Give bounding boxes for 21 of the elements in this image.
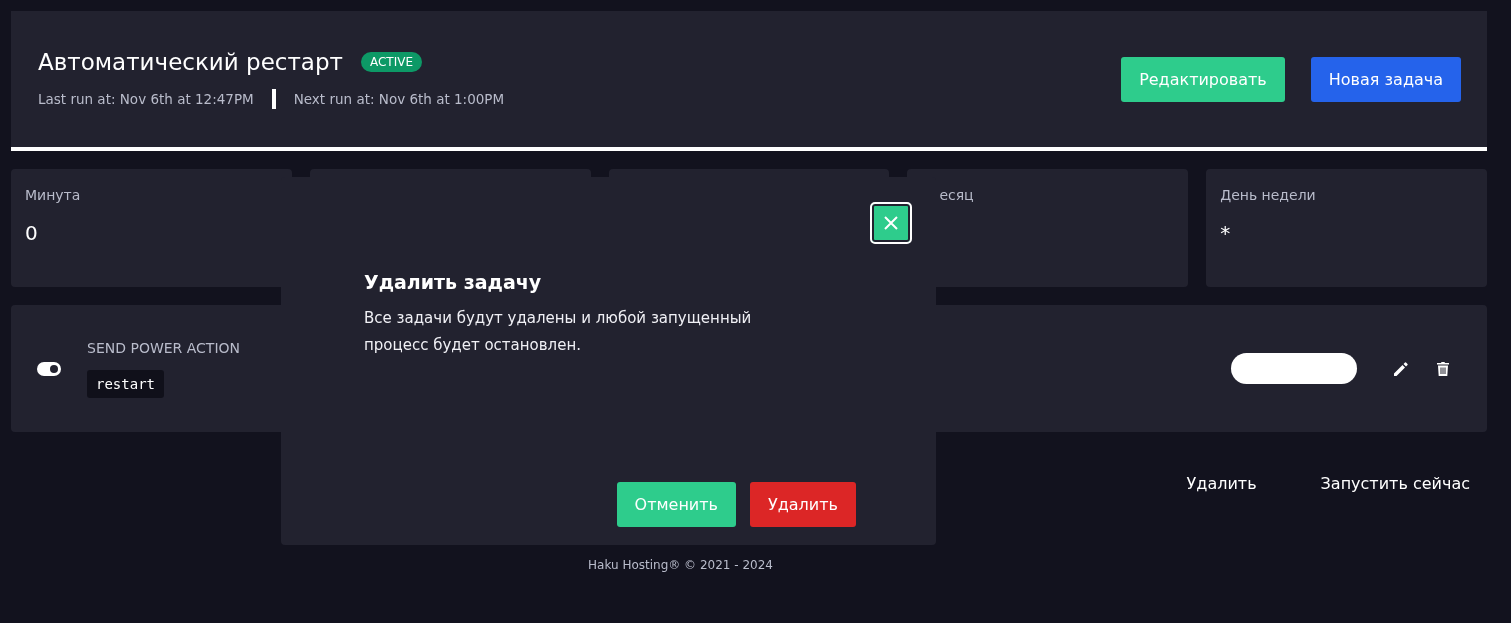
next-run-text: Next run at: Nov 6th at 1:00PM: [293, 91, 505, 107]
card-value: *: [1220, 221, 1232, 245]
action-link[interactable]: Запустить сейчас: [1320, 474, 1470, 493]
card-label: есяц: [938, 187, 975, 203]
dialog-button[interactable]: Удалить: [750, 482, 856, 527]
card-label: Минута: [25, 187, 82, 203]
page-title: Автоматический рестарт: [38, 49, 343, 75]
status-badge: ACTIVE: [360, 52, 422, 72]
dialog-title: Удалить задачу: [364, 271, 543, 293]
header-button[interactable]: Новая задача: [1310, 56, 1461, 102]
card-label: День недели: [1220, 187, 1317, 203]
task-action: SEND POWER ACTION: [87, 339, 241, 356]
close-button[interactable]: [870, 202, 912, 244]
task-payload: restart: [87, 369, 164, 398]
dialog-message: Все задачи будут удалены и любой запущенный процесс будет остановлен.: [364, 308, 753, 356]
action-link[interactable]: Удалить: [1186, 474, 1257, 493]
separator-bar: [271, 89, 276, 109]
toggle-switch[interactable]: [37, 361, 61, 376]
last-run-text: Last run at: Nov 6th at 12:47PM: [38, 91, 254, 107]
footer-text: Haku Hosting® © 2021 - 2024: [588, 558, 773, 572]
card-value: 0: [25, 221, 39, 245]
